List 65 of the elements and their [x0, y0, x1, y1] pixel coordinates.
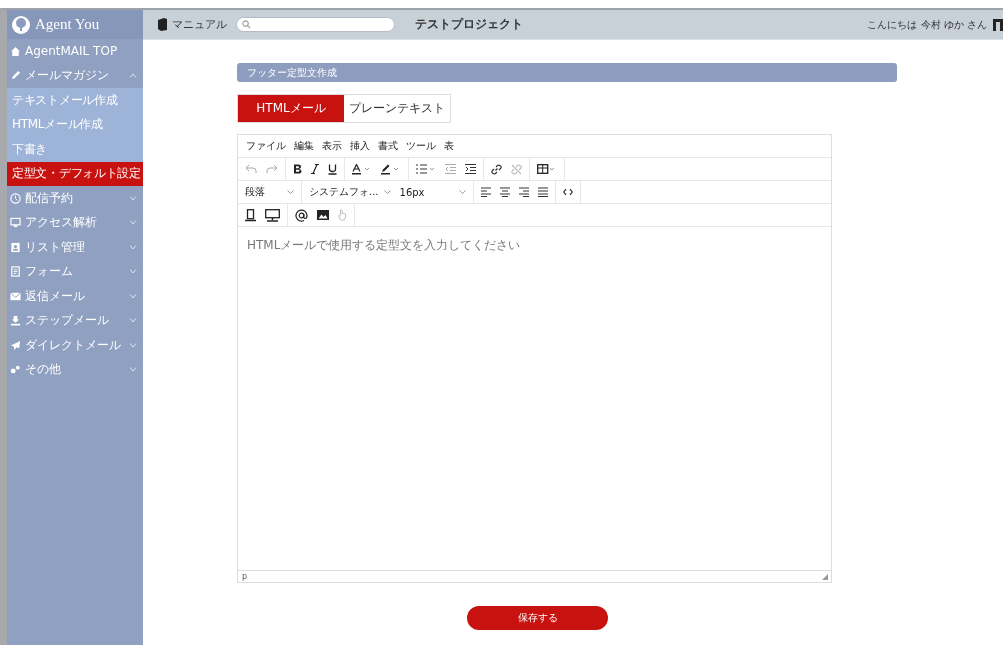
- align-right-icon[interactable]: [518, 187, 529, 197]
- desktop-preview-icon[interactable]: [265, 208, 280, 222]
- font-size-dropdown[interactable]: 16px: [399, 186, 466, 198]
- gears-icon: [10, 364, 21, 376]
- block-format-dropdown[interactable]: 段落: [238, 181, 302, 203]
- at-sign-icon[interactable]: [295, 208, 308, 222]
- search-field[interactable]: [236, 17, 395, 32]
- resize-handle-icon[interactable]: [822, 573, 828, 580]
- menu-item[interactable]: 編集: [294, 139, 314, 153]
- plane-icon: [10, 339, 21, 351]
- underline-icon[interactable]: [328, 163, 337, 175]
- chevron-down-icon: [287, 190, 294, 194]
- monitor-icon: [10, 217, 21, 229]
- text-color-icon[interactable]: [352, 163, 372, 175]
- chevron-down-icon: [129, 269, 137, 275]
- clock-icon: [10, 192, 21, 204]
- chevron-down-icon: [129, 318, 137, 324]
- chevron-down-icon: [129, 367, 137, 373]
- justify-icon[interactable]: [537, 187, 548, 197]
- greeting-text: こんにちは 今村 ゆか さん: [867, 17, 987, 32]
- font-dropdown[interactable]: システムフォ...: [309, 185, 391, 199]
- section-header: フッター定型文作成: [237, 63, 897, 82]
- bullet-list-icon[interactable]: [416, 164, 436, 174]
- menu-item[interactable]: 表示: [322, 139, 342, 153]
- element-path: p: [242, 572, 248, 581]
- indent-icon[interactable]: [465, 164, 476, 174]
- download-icon: [10, 315, 21, 327]
- save-button[interactable]: 保存する: [467, 606, 608, 630]
- highlighter-icon[interactable]: [381, 163, 401, 175]
- nav-subitem[interactable]: 定型文・デフォルト設定: [7, 161, 143, 186]
- form-icon: [10, 266, 21, 278]
- align-center-icon[interactable]: [499, 187, 510, 197]
- chevron-down-icon: [129, 244, 137, 250]
- menu-item[interactable]: ファイル: [246, 139, 286, 153]
- align-left-icon[interactable]: [480, 187, 491, 197]
- link-icon[interactable]: [491, 163, 502, 175]
- table-icon[interactable]: [537, 164, 557, 174]
- chevron-down-icon: [129, 220, 137, 226]
- chevron-down-icon: [383, 190, 391, 194]
- search-icon: [242, 20, 251, 29]
- logo-text: Agent You: [35, 16, 100, 33]
- bold-icon[interactable]: [293, 164, 302, 174]
- book-icon: [157, 18, 168, 31]
- menu-item[interactable]: 書式: [378, 139, 398, 153]
- mail-icon: [10, 290, 21, 302]
- chevron-down-icon: [458, 190, 466, 194]
- menu-item[interactable]: 表: [444, 139, 454, 153]
- chevron-down-icon: [129, 293, 137, 299]
- italic-icon[interactable]: [311, 164, 319, 174]
- menu-item[interactable]: ツール: [406, 139, 436, 153]
- project-name: テストプロジェクト: [415, 16, 524, 33]
- chevron-down-icon: [129, 342, 137, 348]
- pencil-icon: [10, 70, 21, 82]
- tree-icon: [11, 14, 31, 35]
- mobile-preview-icon[interactable]: [245, 208, 256, 222]
- contact-icon: [10, 241, 21, 253]
- code-icon[interactable]: [562, 188, 573, 196]
- image-icon[interactable]: [317, 210, 329, 220]
- menu-item[interactable]: 挿入: [350, 139, 370, 153]
- tab[interactable]: HTMLメール: [238, 95, 344, 122]
- home-icon: [10, 45, 21, 57]
- manual-link[interactable]: マニュアル: [172, 17, 227, 32]
- chevron-up-icon: [129, 73, 137, 79]
- chevron-down-icon: [129, 195, 137, 201]
- rich-text-editor[interactable]: ファイル 編集 表示 挿入 書式 ツール 表 段落 システムフォ... 16px HTMLメールで使用する定型文を入力してください p: [237, 134, 832, 583]
